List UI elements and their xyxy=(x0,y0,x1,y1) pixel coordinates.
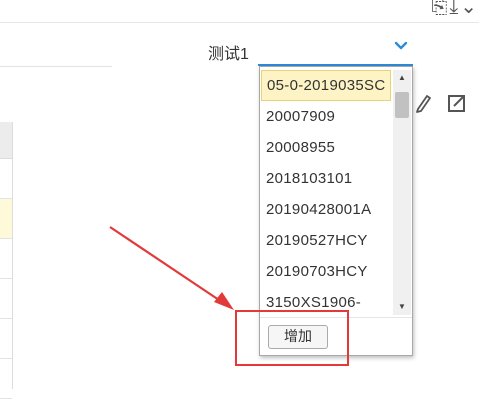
document-search-icon[interactable]: ⎘ xyxy=(431,0,449,18)
option-item[interactable]: 20190703HCY xyxy=(260,256,392,287)
top-right-icons[interactable]: ⎘⤓⌄ xyxy=(431,0,479,19)
option-item[interactable]: 20190527HCY xyxy=(260,225,392,256)
option-list: 05-0-2019035SC 20007909 20008955 2018103… xyxy=(260,70,392,315)
option-item[interactable]: 20008955 xyxy=(260,132,392,163)
background-table xyxy=(0,122,13,399)
scrollbar[interactable]: ▲ ▼ xyxy=(393,70,411,315)
table-row[interactable] xyxy=(0,319,12,359)
table-row[interactable] xyxy=(0,279,12,319)
table-row[interactable] xyxy=(0,199,12,239)
option-item[interactable]: 20007909 xyxy=(260,101,392,132)
chevron-down-icon[interactable] xyxy=(393,38,409,54)
export-icon[interactable] xyxy=(446,92,468,114)
highlight-box xyxy=(235,310,349,366)
download-icon[interactable]: ⤓ xyxy=(449,0,460,18)
top-toolbar: ⎘⤓⌄ xyxy=(0,0,479,23)
scroll-down-icon[interactable]: ▼ xyxy=(393,299,411,315)
chevron-icon[interactable]: ⌄ xyxy=(460,0,479,18)
divider-line xyxy=(0,66,112,67)
scroll-thumb[interactable] xyxy=(395,92,409,118)
scroll-up-icon[interactable]: ▲ xyxy=(393,70,411,86)
select-value[interactable]: 测试1 xyxy=(208,40,249,64)
option-item[interactable]: 20190428001A xyxy=(260,194,392,225)
option-item-selected[interactable]: 05-0-2019035SC xyxy=(261,70,391,101)
table-row[interactable] xyxy=(0,159,12,199)
table-header xyxy=(0,122,12,159)
table-row[interactable] xyxy=(0,359,12,399)
option-item[interactable]: 2018103101 xyxy=(260,163,392,194)
table-row[interactable] xyxy=(0,239,12,279)
edit-icon[interactable] xyxy=(415,93,433,113)
